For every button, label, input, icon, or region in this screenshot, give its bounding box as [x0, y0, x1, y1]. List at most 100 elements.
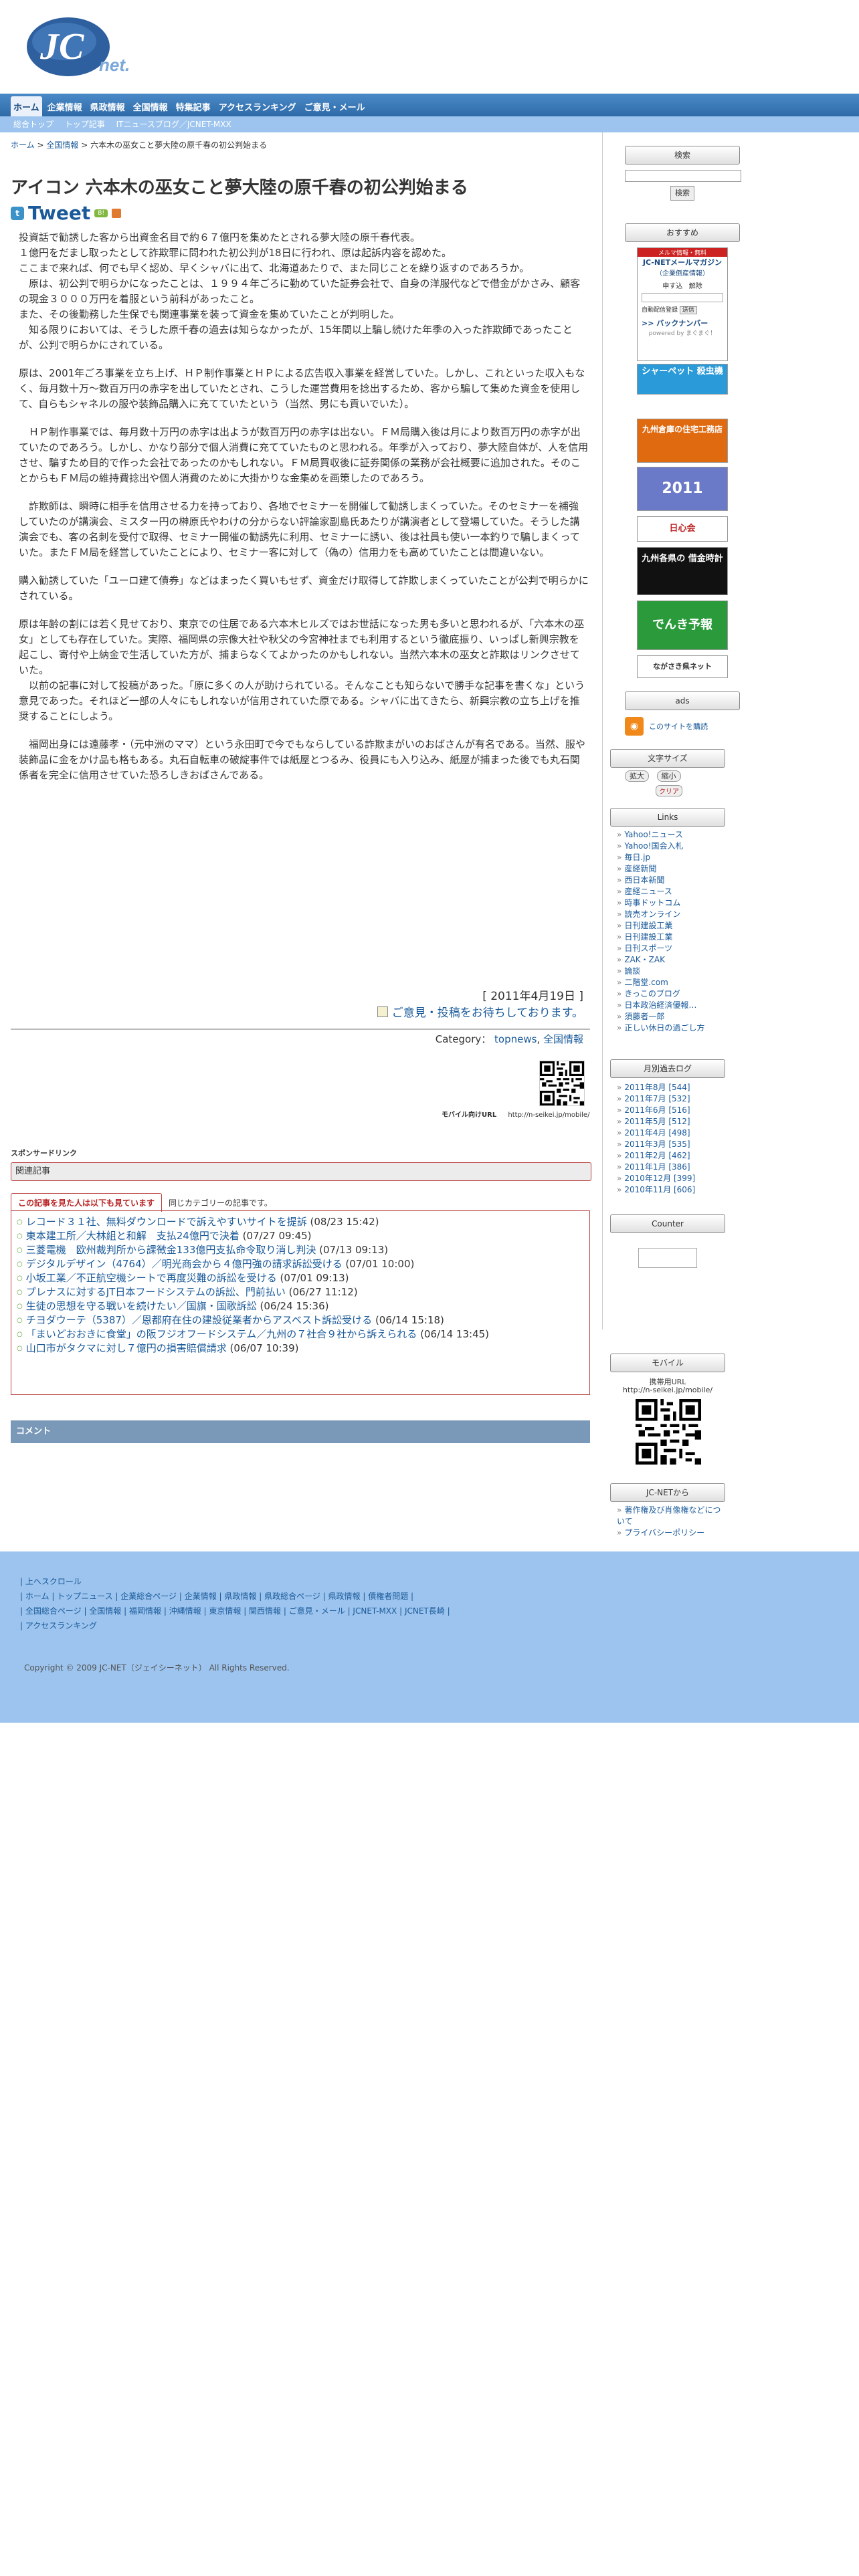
search-input[interactable] [625, 170, 741, 182]
mailmag-subscribe[interactable]: 申す込 [662, 283, 682, 290]
footer-link[interactable]: 県政情報 [224, 1592, 256, 1601]
footer-link[interactable]: トップニュース [57, 1592, 112, 1601]
opinion-link[interactable]: ご意見・投稿をお待ちしております。 [377, 1003, 583, 1020]
footer-link[interactable]: 企業情報 [185, 1592, 217, 1601]
sidebar-link[interactable]: Yahoo!国会入札 [617, 841, 704, 852]
bookmark-icon[interactable] [112, 208, 122, 218]
banner-nagasaki-net[interactable]: ながさき県ネット [637, 655, 728, 678]
sidebar-link[interactable]: きっこのブログ [617, 988, 704, 1000]
category-link-topnews[interactable]: topnews [494, 1033, 537, 1045]
subnav-top-articles[interactable]: トップ記事 [65, 116, 105, 132]
sidebar-link[interactable]: 論談 [617, 966, 704, 977]
related-link[interactable]: デジタルデザイン（4764）／明光商会から４億円強の請求訴訟受ける [26, 1258, 343, 1270]
banner-debt-clock[interactable]: 九州各県の 借金時計 [637, 547, 728, 595]
breadcrumb-category[interactable]: 全国情報 [46, 140, 78, 150]
sidebar-link[interactable]: 日刊建設工業 [617, 920, 704, 932]
sidebar-link[interactable]: 毎日.jp [617, 852, 704, 863]
archive-link[interactable]: 2010年12月 [399] [617, 1173, 695, 1184]
related-link[interactable]: 生徒の思想を守る戦いを続けたい／国旗・国歌訴訟 [26, 1300, 257, 1312]
archive-link[interactable]: 2010年11月 [606] [617, 1184, 695, 1196]
backnumber-link[interactable]: >> バックナンバー [642, 318, 727, 328]
mobile-url[interactable]: http://n-seikei.jp/mobile/ [508, 1111, 589, 1119]
footer-link[interactable]: 東京情報 [209, 1606, 241, 1616]
footer-link[interactable]: 沖縄情報 [169, 1606, 201, 1616]
archive-link[interactable]: 2011年8月 [544] [617, 1082, 695, 1093]
subnav-top[interactable]: 総合トップ [13, 116, 54, 132]
mailmag-email-input[interactable] [642, 293, 723, 302]
font-shrink-button[interactable]: 縮小 [656, 770, 681, 782]
footer-link[interactable]: JCNET長崎 [405, 1606, 445, 1616]
related-link[interactable]: 山口市がタクマに対し７億円の損害賠償請求 [26, 1342, 227, 1354]
sidebar-link[interactable]: 日刊スポーツ [617, 943, 704, 954]
nav-national[interactable]: 全国情報 [130, 96, 171, 116]
banner-housing[interactable]: 九州倉庫の住宅工務店 [637, 419, 728, 463]
archive-link[interactable]: 2011年6月 [516] [617, 1105, 695, 1116]
hatena-bookmark-badge[interactable]: B! [94, 209, 108, 217]
font-clear-button[interactable]: クリア [656, 785, 682, 796]
footer-link[interactable]: 県政総合ページ [264, 1592, 320, 1601]
footer-link[interactable]: JCNET-MXX [353, 1606, 397, 1616]
related-link[interactable]: 東本建工所／大林組と和解 支払24億円で決着 [26, 1230, 240, 1242]
footer-link[interactable]: 福岡情報 [129, 1606, 161, 1616]
tweet-button[interactable]: Tweet [28, 202, 90, 224]
rss-text[interactable]: このサイトを購読 [649, 721, 708, 732]
font-enlarge-button[interactable]: 拡大 [625, 770, 649, 782]
footer-link[interactable]: ホーム [25, 1592, 50, 1601]
nav-feature[interactable]: 特集記事 [173, 96, 213, 116]
archive-link[interactable]: 2011年7月 [532] [617, 1093, 695, 1105]
jcnet-link[interactable]: 著作権及び肖像権などについて [617, 1505, 724, 1527]
nav-ranking[interactable]: アクセスランキング [216, 96, 299, 116]
banner-ranking-2011[interactable]: 2011 [637, 467, 728, 511]
banner-insecticide[interactable]: シャーペット 殺虫機 [637, 364, 728, 395]
sidebar-link[interactable]: ZAK・ZAK [617, 954, 704, 966]
subnav-blog[interactable]: ITニュースブログ／JCNET-MXX [116, 116, 231, 132]
jcnet-link[interactable]: プライバシーポリシー [617, 1527, 724, 1539]
archive-link[interactable]: 2011年5月 [512] [617, 1116, 695, 1128]
sidebar-link[interactable]: Yahoo!ニュース [617, 829, 704, 841]
category-link-national[interactable]: 全国情報 [543, 1033, 583, 1045]
tab-same-category[interactable]: 同じカテゴリーの記事です。 [162, 1194, 279, 1212]
footer-link[interactable]: アクセスランキング [25, 1621, 97, 1630]
tab-viewed-also[interactable]: この記事を見た人は以下も見ています [11, 1193, 163, 1212]
related-link[interactable]: レコード３１社、無料ダウンロードで訴えやすいサイトを提訴 [26, 1216, 307, 1228]
sidebar-link[interactable]: 産経ニュース [617, 886, 704, 897]
nav-prefecture[interactable]: 県政情報 [88, 96, 128, 116]
banner-nisshinkai[interactable]: 日心会 [637, 516, 728, 542]
related-link[interactable]: 小坂工業／不正航空機シートで再度災難の訴訟を受ける [26, 1272, 277, 1284]
sidebar-link[interactable]: 西日本新聞 [617, 875, 704, 886]
footer-link[interactable]: 全国総合ページ [25, 1606, 82, 1616]
related-link[interactable]: 「まいどおおきに食堂」の阪フジオフードシステム／九州の７社合９社から訴えられる [26, 1328, 417, 1340]
footer-link[interactable]: 県政情報 [328, 1592, 361, 1601]
breadcrumb-home[interactable]: ホーム [11, 140, 35, 150]
related-link[interactable]: チヨダウーテ（5387）／恩都府在住の建設従業者からアスベスト訴訟受ける [26, 1314, 372, 1326]
archive-link[interactable]: 2011年3月 [535] [617, 1139, 695, 1150]
mobile-url[interactable]: http://n-seikei.jp/mobile/ [607, 1386, 728, 1394]
sidebar-link[interactable]: 須藤者一郎 [617, 1011, 704, 1023]
sidebar-link[interactable]: 日本政治経済優報… [617, 1000, 704, 1011]
archive-link[interactable]: 2011年2月 [462] [617, 1150, 695, 1162]
sidebar-link[interactable]: 時事ドットコム [617, 897, 704, 909]
sidebar-link[interactable]: 日刊建設工業 [617, 932, 704, 943]
site-logo[interactable]: JC net. [20, 12, 144, 79]
footer-link[interactable]: 関西情報 [249, 1606, 281, 1616]
sidebar-link[interactable]: 産経新聞 [617, 863, 704, 875]
nav-home[interactable]: ホーム [11, 96, 42, 116]
footer-link[interactable]: ご意見・メール [289, 1606, 345, 1616]
footer-link[interactable]: 債権者問題 [368, 1592, 408, 1601]
footer-link[interactable]: 企業総合ページ [120, 1592, 177, 1601]
sidebar-link[interactable]: 正しい休日の過ごし方 [617, 1023, 704, 1034]
archive-link[interactable]: 2011年4月 [498] [617, 1128, 695, 1139]
opinion-text[interactable]: ご意見・投稿をお待ちしております。 [392, 1003, 583, 1020]
related-link[interactable]: プレナスに対するJT日本フードシステムの訴訟、門前払い [26, 1286, 286, 1298]
nav-company[interactable]: 企業情報 [45, 96, 85, 116]
scroll-top-link[interactable]: | 上へスクロール [20, 1576, 82, 1588]
nav-contact[interactable]: ご意見・メール [302, 96, 368, 116]
related-link[interactable]: 三菱電機 欧州裁判所から課徴金133億円支払命令取り消し判決 [26, 1244, 316, 1256]
sidebar-link[interactable]: 二階堂.com [617, 977, 704, 988]
rss-link[interactable]: ◉ このサイトを購読 [625, 717, 708, 736]
mailmag-unsubscribe[interactable]: 解除 [689, 283, 702, 290]
sidebar-link[interactable]: 読売オンライン [617, 909, 704, 920]
banner-denki-yoho[interactable]: でんき予報 [637, 601, 728, 650]
search-button[interactable]: 検索 [670, 186, 694, 201]
archive-link[interactable]: 2011年1月 [386] [617, 1162, 695, 1173]
